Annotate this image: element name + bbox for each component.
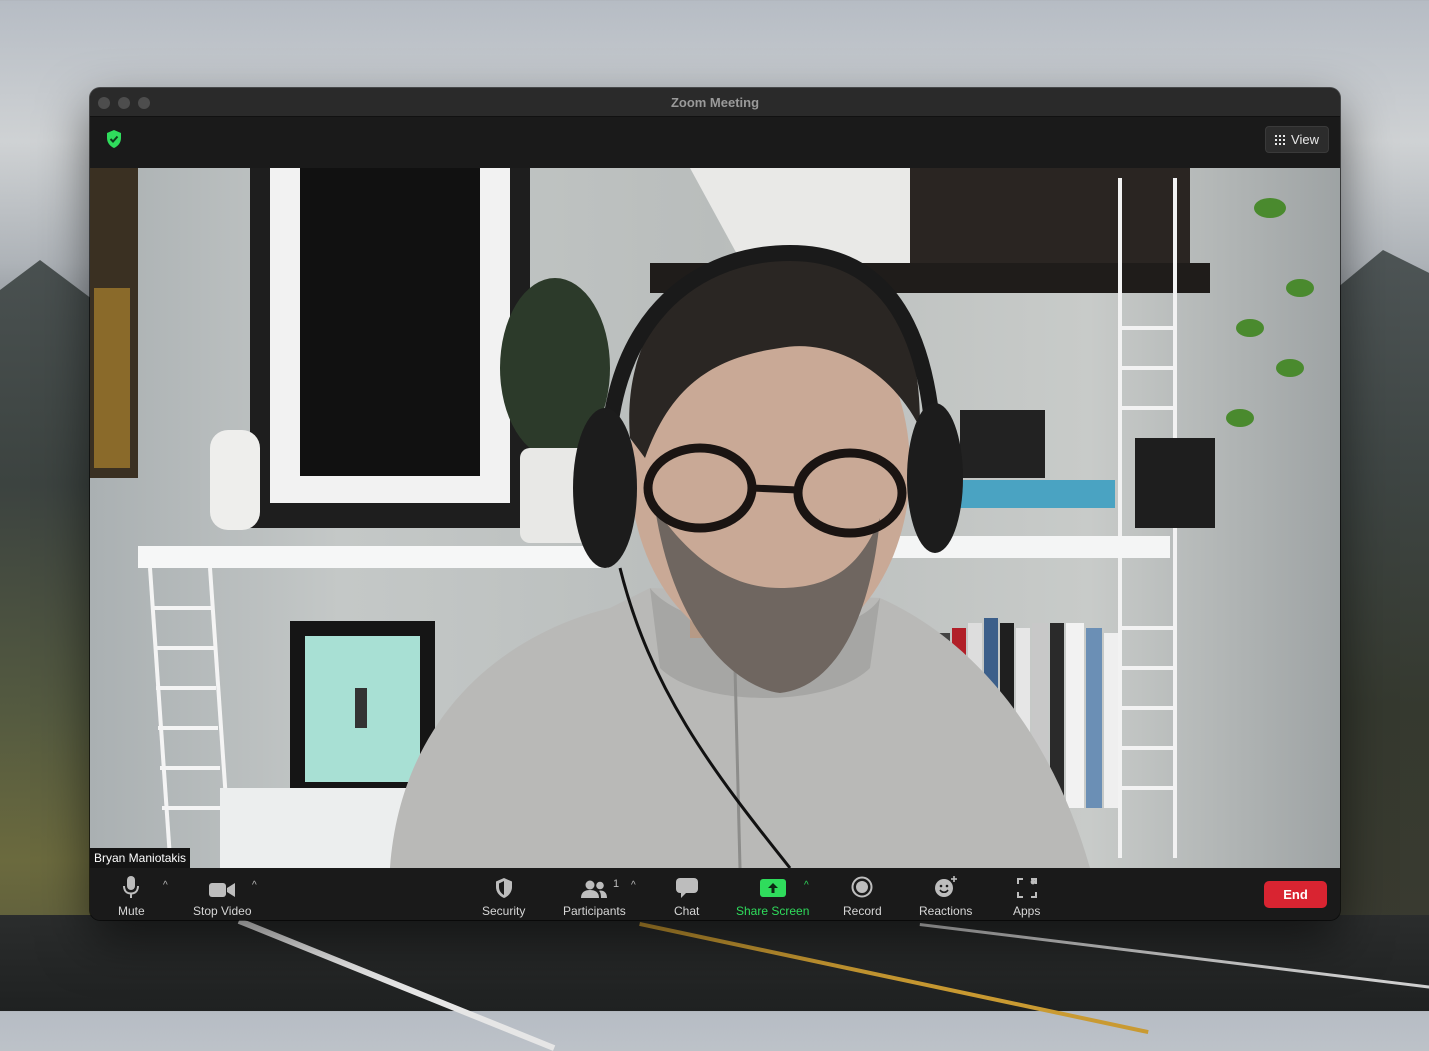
- stop-video-label: Stop Video: [193, 904, 252, 918]
- people-icon: [581, 880, 608, 898]
- record-icon: [851, 876, 873, 898]
- chat-button[interactable]: Chat: [674, 874, 699, 918]
- wallpaper-mountain-left: [0, 260, 100, 1011]
- emoji-plus-icon: [934, 876, 957, 897]
- video-camera-icon: [209, 883, 236, 897]
- window-titlebar[interactable]: Zoom Meeting: [90, 88, 1340, 117]
- audio-options-chevron-up-icon[interactable]: ^: [163, 880, 168, 891]
- share-screen-options-chevron-up-icon[interactable]: ^: [804, 880, 809, 891]
- encryption-shield-button[interactable]: [106, 130, 122, 148]
- meeting-topbar: View: [90, 117, 1340, 168]
- reactions-button[interactable]: Reactions: [919, 874, 972, 918]
- reactions-label: Reactions: [919, 904, 973, 918]
- security-button[interactable]: Security: [482, 874, 525, 918]
- video-frame-image: [90, 168, 1314, 868]
- participant-video[interactable]: Bryan Maniotakis: [90, 168, 1340, 868]
- participant-name-tag: Bryan Maniotakis: [90, 848, 191, 868]
- chat-label: Chat: [674, 904, 700, 918]
- apps-label: Apps: [1013, 904, 1041, 918]
- record-label: Record: [843, 904, 882, 918]
- meeting-toolbar: Mute ^ Stop Video ^ Security Participant…: [90, 868, 1340, 920]
- window-title: Zoom Meeting: [670, 95, 760, 110]
- end-meeting-button[interactable]: End: [1264, 881, 1327, 908]
- share-screen-icon: [759, 879, 786, 897]
- security-label: Security: [482, 904, 526, 918]
- wallpaper-mountain-right: [1337, 250, 1429, 1011]
- participants-count: 1: [613, 878, 620, 890]
- view-button[interactable]: View: [1265, 126, 1329, 153]
- share-screen-label: Share Screen: [736, 904, 810, 918]
- apps-button[interactable]: Apps: [1013, 874, 1040, 918]
- stop-video-button[interactable]: Stop Video: [193, 874, 252, 918]
- video-options-chevron-up-icon[interactable]: ^: [252, 880, 257, 891]
- shield-icon: [495, 878, 512, 898]
- participants-label: Participants: [563, 904, 626, 918]
- view-button-label: View: [1291, 132, 1319, 147]
- microphone-icon: [123, 876, 140, 898]
- wallpaper-road: [0, 915, 1429, 1011]
- apps-icon: [1016, 878, 1037, 898]
- mute-button[interactable]: Mute: [118, 874, 145, 918]
- grid-icon: [1275, 134, 1286, 145]
- share-screen-button[interactable]: Share Screen: [736, 874, 809, 918]
- shield-check-icon: [107, 130, 121, 148]
- chat-bubble-icon: [675, 878, 698, 898]
- zoom-meeting-window: Zoom Meeting View Bryan Maniotakis Mute …: [90, 88, 1340, 920]
- record-button[interactable]: Record: [843, 874, 882, 918]
- mute-label: Mute: [118, 904, 145, 918]
- participants-options-chevron-up-icon[interactable]: ^: [631, 880, 636, 891]
